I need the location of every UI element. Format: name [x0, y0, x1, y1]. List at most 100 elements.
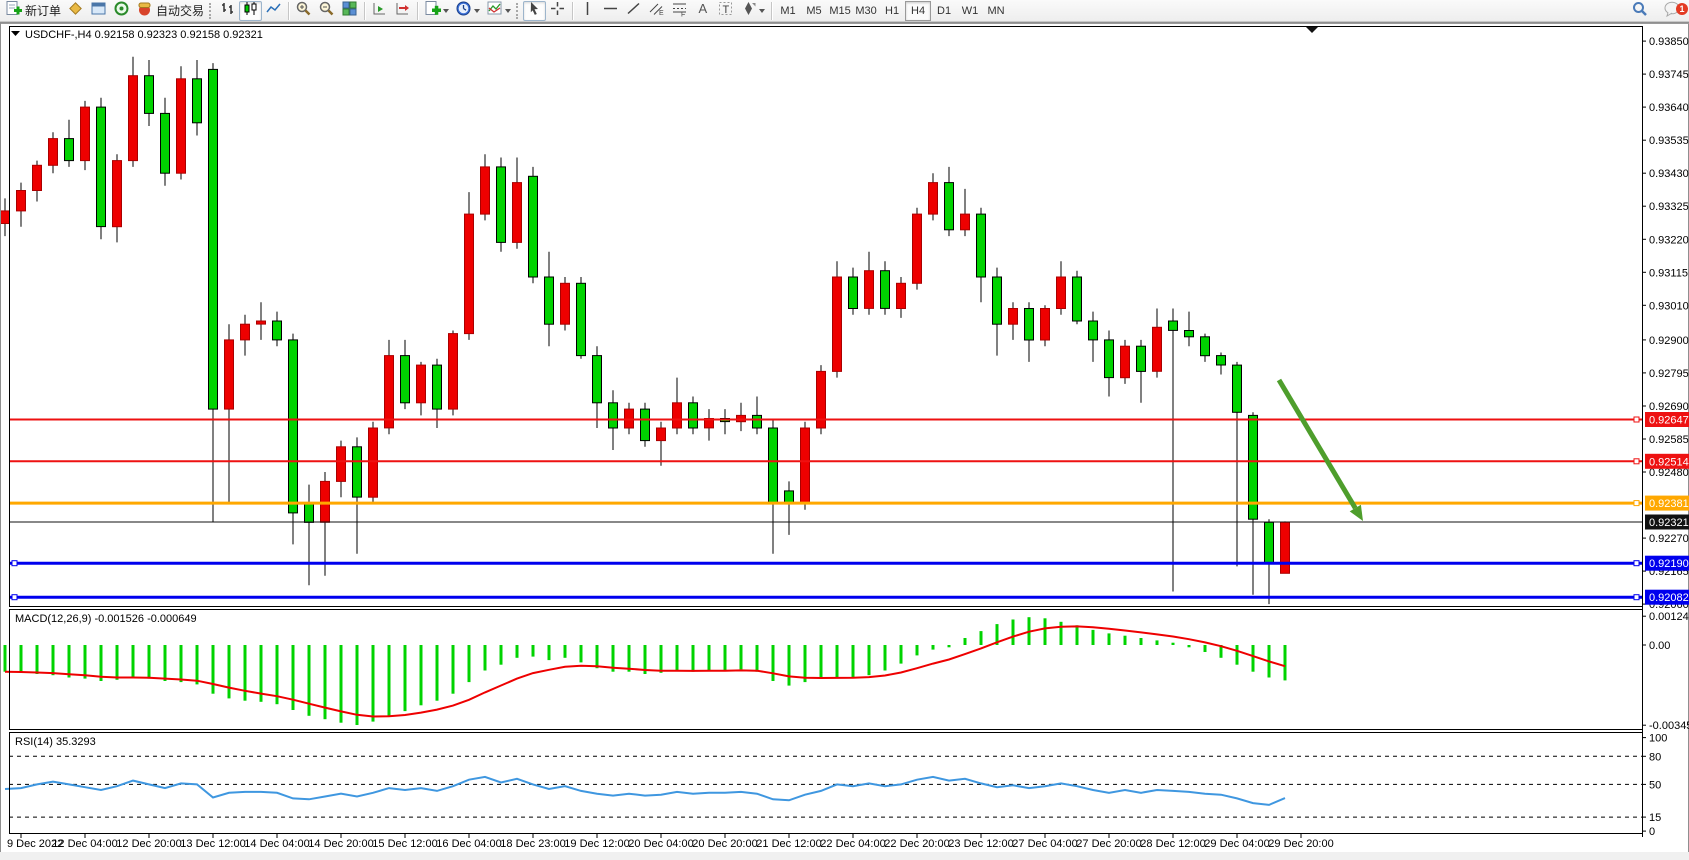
candle: [993, 277, 1002, 324]
time-axis-label: 20 Dec 20:00: [692, 838, 757, 850]
toolbar-separator: [288, 2, 289, 20]
trendline-tool[interactable]: [622, 1, 645, 21]
level-anchor[interactable]: [1634, 417, 1639, 422]
data-window-button[interactable]: [87, 1, 110, 21]
candlestick-chart-button[interactable]: [239, 1, 262, 21]
market-watch-button[interactable]: [64, 1, 87, 21]
notifications-button[interactable]: 1: [1660, 1, 1685, 21]
price-tick-label: 0.92690: [1649, 401, 1689, 413]
auto-trading-button[interactable]: 自动交易: [133, 1, 207, 21]
rsi-axis-label: 15: [1649, 812, 1661, 824]
new-chart-dropdown[interactable]: [443, 9, 449, 13]
tile-windows-button[interactable]: [338, 1, 361, 21]
candle: [897, 283, 906, 308]
zoom-out-button[interactable]: [315, 1, 338, 21]
horizontal-line-tool[interactable]: [599, 1, 622, 21]
time-axis-label: 22 Dec 04:00: [820, 838, 885, 850]
macd-histogram-bar: [1236, 645, 1239, 665]
pane-border: [10, 733, 1643, 834]
indicators-dropdown[interactable]: [505, 9, 511, 13]
periods-dropdown[interactable]: [474, 9, 480, 13]
timeframe-w1[interactable]: W1: [957, 1, 983, 21]
macd-histogram-bar: [692, 645, 695, 672]
svg-text:A: A: [699, 1, 708, 16]
macd-histogram-bar: [772, 645, 775, 681]
level-anchor[interactable]: [1634, 561, 1639, 566]
candle: [369, 428, 378, 497]
new-chart-button[interactable]: [421, 1, 452, 21]
fibonacci-tool[interactable]: F: [668, 1, 691, 21]
toolbar-separator: [417, 2, 418, 20]
level-anchor[interactable]: [1634, 459, 1639, 464]
signals-button[interactable]: [110, 1, 133, 21]
text-label-icon: T: [717, 0, 734, 22]
timeframe-h1[interactable]: H1: [879, 1, 905, 21]
candle: [65, 139, 74, 161]
price-tick-label: 0.93850: [1649, 36, 1689, 48]
cursor-icon: [526, 0, 543, 22]
time-axis-label: 14 Dec 20:00: [308, 838, 373, 850]
price-tick-label: 0.93430: [1649, 168, 1689, 180]
zoom-in-button[interactable]: [292, 1, 315, 21]
search-button[interactable]: [1628, 1, 1652, 21]
macd-histogram-bar: [468, 645, 471, 682]
level-anchor[interactable]: [1634, 595, 1639, 600]
text-tool[interactable]: A: [691, 1, 714, 21]
channel-tool[interactable]: E: [645, 1, 668, 21]
timeframe-m15[interactable]: M15: [827, 1, 853, 21]
timeframe-m1[interactable]: M1: [775, 1, 801, 21]
svg-text:T: T: [723, 4, 730, 16]
toolbar-grip: [209, 3, 212, 19]
candle: [113, 161, 122, 227]
vertical-line-tool[interactable]: [576, 1, 599, 21]
bar-chart-button[interactable]: [216, 1, 239, 21]
price-axis[interactable]: 0.938500.937450.936400.935350.934300.933…: [1642, 26, 1689, 838]
time-axis[interactable]: 9 Dec 202212 Dec 04:0012 Dec 20:0013 Dec…: [7, 833, 1334, 850]
line-chart-button[interactable]: [262, 1, 285, 21]
text-label-tool[interactable]: T: [714, 1, 737, 21]
candle: [529, 176, 538, 277]
time-axis-label: 18 Dec 23:00: [500, 838, 565, 850]
chart-shift-button[interactable]: [391, 1, 414, 21]
timeframe-m30[interactable]: M30: [853, 1, 879, 21]
macd-histogram-bar: [820, 645, 823, 679]
timeframe-d1[interactable]: D1: [931, 1, 957, 21]
trend-arrow[interactable]: [1279, 380, 1363, 521]
chart-shift-marker[interactable]: [1306, 27, 1318, 33]
channel-icon: E: [648, 0, 665, 22]
new-order-label: 新订单: [25, 2, 61, 19]
level-anchor[interactable]: [12, 595, 17, 600]
pane-border: [10, 27, 1643, 607]
data-window-icon: [90, 0, 107, 22]
symbol-dropdown-icon[interactable]: [11, 31, 20, 36]
auto-trading-label: 自动交易: [156, 2, 204, 19]
cursor-tool-button[interactable]: [523, 1, 546, 21]
timeframe-mn[interactable]: MN: [983, 1, 1009, 21]
candle: [673, 403, 682, 428]
candle: [17, 191, 26, 211]
timeframe-m5[interactable]: M5: [801, 1, 827, 21]
candle: [1, 211, 10, 224]
new-order-button[interactable]: 新订单: [2, 1, 64, 21]
price-chart[interactable]: 0.938500.937450.936400.935350.934300.933…: [1, 23, 1689, 853]
candle: [49, 139, 58, 166]
crosshair-tool-button[interactable]: [546, 1, 569, 21]
macd-histogram-bar: [900, 645, 903, 664]
candle: [145, 76, 154, 114]
candle: [385, 356, 394, 428]
candle: [289, 340, 298, 513]
periods-button[interactable]: [452, 1, 483, 21]
arrows-tool[interactable]: [737, 1, 768, 21]
level-anchor[interactable]: [12, 561, 17, 566]
time-axis-label: 16 Dec 04:00: [436, 838, 501, 850]
indicators-button[interactable]: [483, 1, 514, 21]
auto-scroll-button[interactable]: [368, 1, 391, 21]
level-anchor[interactable]: [1634, 501, 1639, 506]
time-axis-label: 27 Dec 04:00: [1012, 838, 1077, 850]
macd-histogram-bar: [708, 645, 711, 671]
macd-histogram-bar: [580, 645, 583, 662]
candle: [881, 271, 890, 309]
toolbar-separator: [572, 2, 573, 20]
timeframe-h4[interactable]: H4: [905, 1, 931, 21]
arrows-dropdown[interactable]: [759, 9, 765, 13]
